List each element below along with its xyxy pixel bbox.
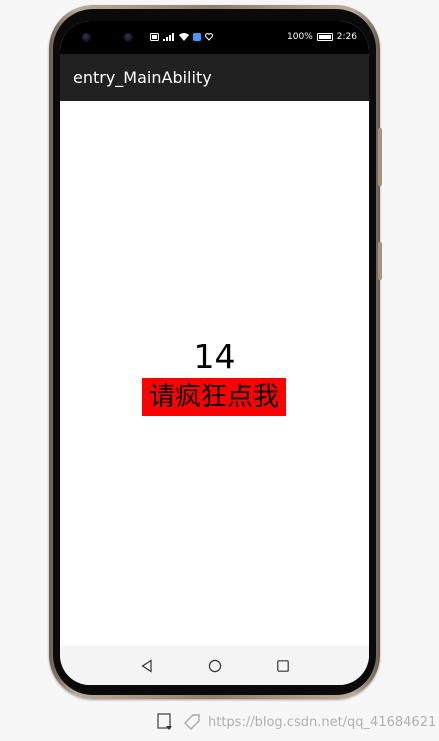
status-right: 100% 2:26	[287, 32, 357, 42]
status-time: 2:26	[336, 32, 357, 42]
status-bar: 100% 2:26	[60, 21, 369, 54]
front-camera-secondary	[124, 33, 133, 42]
tag-icon	[184, 714, 200, 730]
nfc-icon	[150, 33, 159, 41]
watermark-text: https://blog.csdn.net/qq_41684621	[208, 714, 437, 730]
power-button	[378, 242, 382, 280]
back-icon[interactable]	[139, 658, 155, 674]
heart-icon	[205, 33, 213, 41]
app-notification-icon	[193, 33, 201, 41]
click-me-button[interactable]: 请疯狂点我	[142, 378, 286, 416]
rotate-icon	[157, 713, 172, 730]
battery-percent: 100%	[287, 32, 313, 42]
app-bar: entry_MainAbility	[60, 54, 369, 101]
recents-icon[interactable]	[275, 658, 291, 674]
navigation-bar	[60, 646, 369, 685]
device-screen: 100% 2:26 entry_MainAbility 14 请疯狂点我	[60, 21, 369, 685]
click-counter: 14	[193, 337, 236, 376]
front-camera	[82, 33, 91, 42]
status-icons	[150, 33, 213, 41]
battery-icon	[316, 33, 333, 41]
watermark: https://blog.csdn.net/qq_41684621	[156, 712, 436, 732]
app-title: entry_MainAbility	[73, 68, 212, 87]
volume-button	[378, 128, 382, 186]
wifi-icon	[179, 33, 189, 41]
main-content: 14 请疯狂点我	[60, 101, 369, 646]
signal-icon	[163, 33, 174, 41]
home-icon[interactable]	[207, 658, 223, 674]
